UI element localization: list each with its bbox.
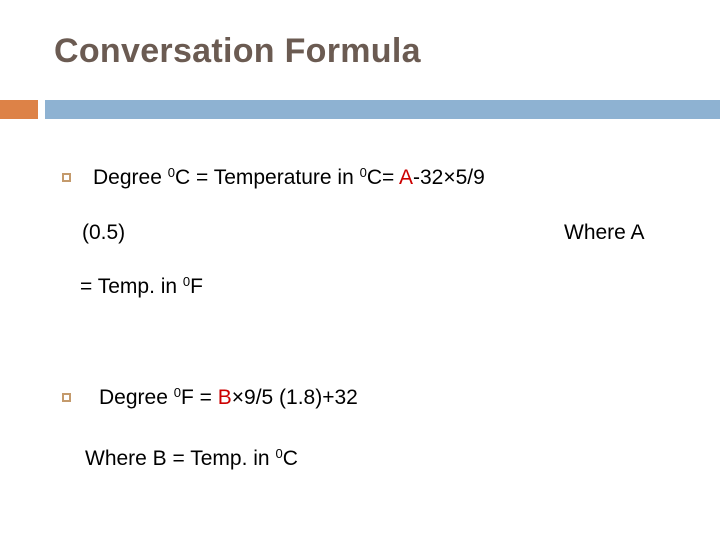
equals-temp-f-line: = Temp. in 0F [80,274,203,299]
formula-fahrenheit-line: Degree 0F = B×9/5 (1.8)+32 [99,385,358,410]
formula-fahrenheit-unit: F = [180,386,218,409]
formula-celsius-unit2: C= [366,166,399,189]
variable-b-highlight: B [217,386,232,409]
where-b-pre: Where B = Temp. in [85,447,276,470]
equals-temp-f-pre: = Temp. in [80,275,183,298]
bullet-square-icon-1 [62,173,71,182]
page-title: Conversation Formula [54,32,421,70]
formula-fahrenheit-post: ×9/5 (1.8)+32 [231,386,358,409]
formula-fahrenheit-pre: Degree [99,386,174,409]
degree-superscript-1: 0 [167,165,175,181]
variable-a-highlight: A [398,166,413,189]
degree-superscript-4: 0 [173,385,181,401]
formula-celsius-post: -32×5/9 [412,166,485,189]
formula-celsius-unit1: C = Temperature in [174,166,360,189]
where-b-line: Where B = Temp. in 0C [85,446,298,471]
degree-superscript-5: 0 [275,446,283,462]
divider-accent-block [0,100,38,119]
where-a-label: Where A [564,221,645,244]
where-b-unit: C [282,447,298,470]
title-divider [0,100,720,119]
degree-superscript-2: 0 [359,165,367,181]
divider-bar [45,100,720,119]
equals-temp-f-unit: F [190,275,203,298]
slide-body: Degree 0C = Temperature in 0C= A-32×5/9 … [0,119,720,540]
bullet-square-icon-2 [62,393,71,402]
slide-canvas: Conversation Formula Degree 0C = Tempera… [0,0,720,540]
formula-celsius-line: Degree 0C = Temperature in 0C= A-32×5/9 [93,165,485,190]
factor-value: (0.5) [82,221,126,244]
formula-celsius-pre: Degree [93,166,168,189]
